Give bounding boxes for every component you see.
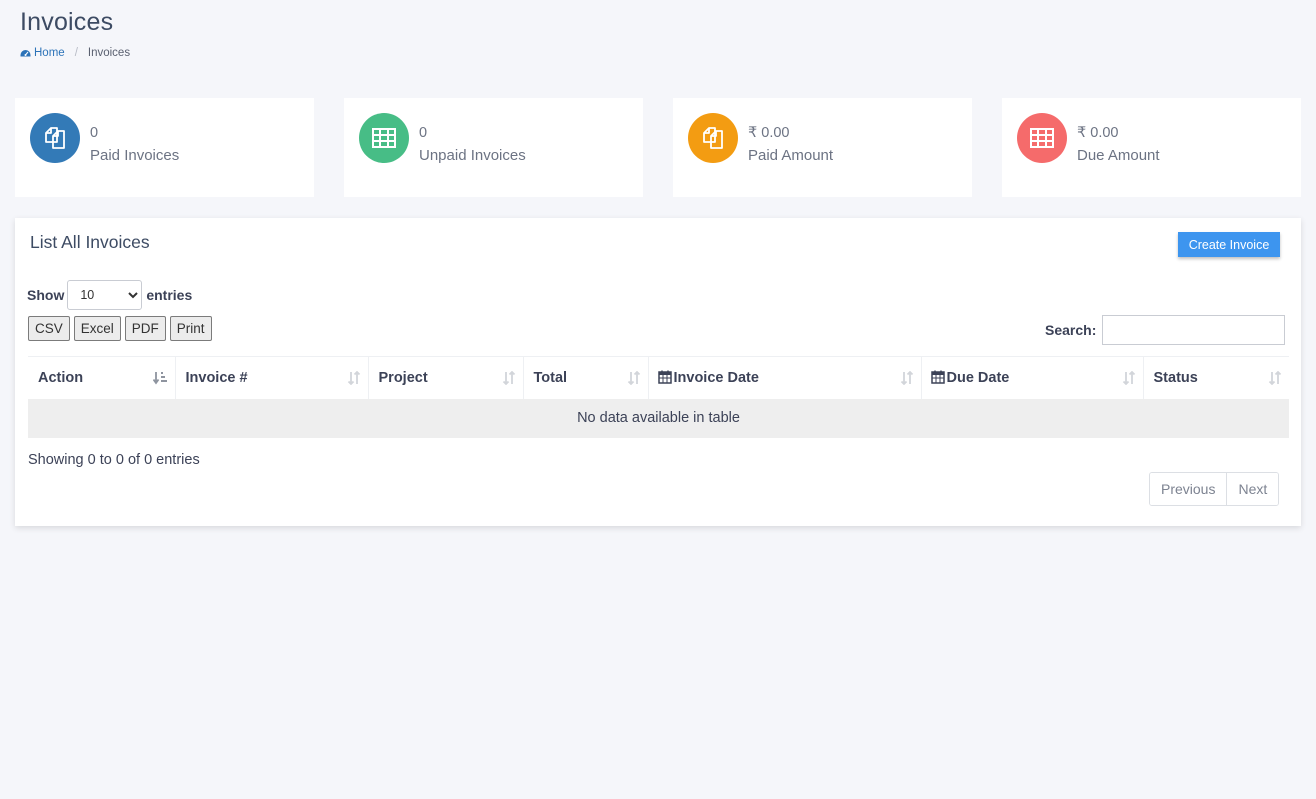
calendar-icon: [657, 370, 672, 384]
breadcrumb-home-label: Home: [34, 47, 65, 59]
stat-value: ₹ 0.00: [1077, 125, 1119, 141]
print-button[interactable]: Print: [169, 316, 212, 341]
next-page-button[interactable]: Next: [1226, 473, 1279, 505]
entries-per-page-select[interactable]: 10: [67, 280, 143, 310]
stat-label: Due Amount: [1077, 147, 1160, 164]
column-header-label: Invoice #: [185, 369, 248, 386]
previous-page-button[interactable]: Previous: [1150, 473, 1227, 505]
sort-ascending-icon: [152, 372, 167, 385]
dashboard-icon: [20, 49, 31, 56]
invoices-table: Action Invoice # Project Total Invoice D…: [28, 356, 1289, 438]
column-header-label: Status: [1153, 369, 1198, 386]
column-header-invoice-number[interactable]: Invoice #: [175, 356, 369, 399]
entries-length-control: Show 10 entries: [27, 280, 192, 310]
stat-card-unpaid-invoices: 0 Unpaid Invoices: [344, 98, 643, 197]
table-info: Showing 0 to 0 of 0 entries: [28, 452, 200, 468]
page-title: Invoices: [20, 8, 114, 36]
table-icon: [1017, 113, 1067, 163]
stat-card-paid-amount: ₹ 0.00 Paid Amount: [673, 98, 972, 197]
sort-both-icon: [900, 371, 913, 385]
entries-label: entries: [146, 287, 193, 303]
stat-label: Paid Invoices: [90, 147, 180, 164]
pdf-button[interactable]: PDF: [124, 316, 166, 341]
breadcrumb-separator: /: [74, 47, 78, 59]
column-header-label: Due Date: [946, 369, 1010, 386]
column-header-action[interactable]: Action: [28, 356, 176, 399]
sort-both-icon: [502, 371, 515, 385]
column-header-label: Project: [378, 369, 428, 386]
column-header-label: Action: [38, 369, 84, 386]
search-label: Search:: [1045, 322, 1097, 338]
stat-value: 0: [419, 125, 428, 141]
pagination: Previous Next: [1149, 472, 1280, 506]
sort-both-icon: [1268, 371, 1282, 385]
sort-both-icon: [347, 371, 360, 385]
empty-table-message: No data available in table: [28, 398, 1289, 438]
sort-both-icon: [627, 371, 640, 385]
column-header-label: Invoice Date: [673, 369, 759, 386]
sort-both-icon: [1122, 371, 1135, 385]
stat-card-paid-invoices: 0 Paid Invoices: [15, 98, 314, 197]
copy-icon: [688, 113, 738, 163]
show-label: Show: [27, 287, 65, 303]
export-buttons: CSV Excel PDF Print: [28, 316, 212, 341]
excel-button[interactable]: Excel: [73, 316, 121, 341]
invoices-panel: List All Invoices Create Invoice Show 10…: [15, 218, 1301, 526]
column-header-total[interactable]: Total: [523, 356, 649, 399]
column-header-due-date[interactable]: Due Date: [921, 356, 1144, 399]
column-header-label: Total: [533, 369, 568, 386]
column-header-invoice-date[interactable]: Invoice Date: [648, 356, 922, 399]
panel-title: List All Invoices: [30, 232, 150, 252]
table-header-row: Action Invoice # Project Total Invoice D…: [28, 356, 1289, 399]
breadcrumb-current: Invoices: [87, 47, 131, 59]
stat-card-due-amount: ₹ 0.00 Due Amount: [1002, 98, 1301, 197]
column-header-project[interactable]: Project: [368, 356, 524, 399]
column-header-status[interactable]: Status: [1143, 356, 1289, 399]
create-invoice-button[interactable]: Create Invoice: [1178, 232, 1280, 257]
stat-value: 0: [90, 125, 99, 141]
csv-button[interactable]: CSV: [28, 316, 70, 341]
stat-value: ₹ 0.00: [748, 125, 790, 141]
stat-label: Unpaid Invoices: [419, 147, 526, 164]
search-input[interactable]: [1102, 315, 1286, 345]
stat-label: Paid Amount: [748, 147, 834, 164]
table-icon: [359, 113, 409, 163]
calendar-icon: [930, 370, 945, 384]
search-control: Search:: [1045, 315, 1286, 345]
breadcrumb-home-link[interactable]: Home: [20, 47, 65, 59]
copy-icon: [30, 113, 80, 163]
table-row: No data available in table: [28, 398, 1289, 438]
breadcrumb: Home / Invoices: [20, 47, 130, 59]
